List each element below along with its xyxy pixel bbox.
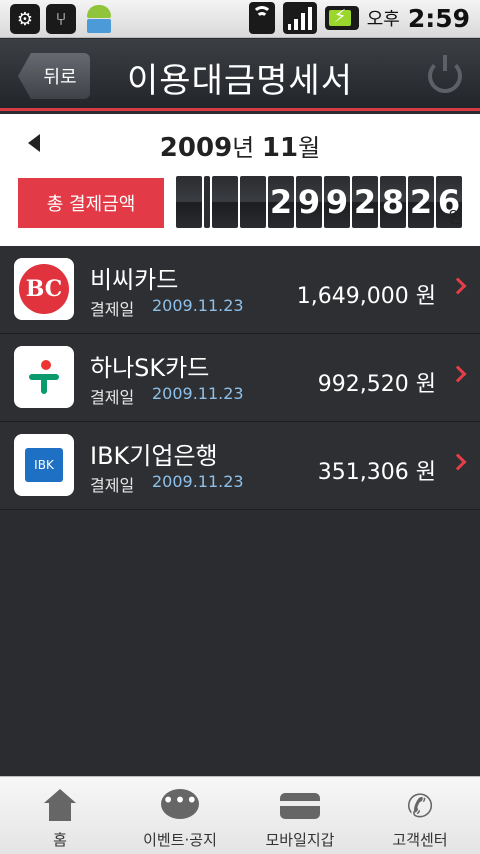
odometer-separator: [204, 176, 210, 228]
odometer-digit: 2: [408, 176, 434, 228]
chevron-right-icon: [449, 277, 467, 295]
tab-home[interactable]: 홈: [0, 777, 120, 854]
home-icon: [41, 789, 79, 823]
summary-panel: 2009년 11월 총 결제금액 2 9 9 2 8 2 6 원: [0, 114, 480, 246]
odometer-digit: [176, 176, 202, 228]
chat-bubble-icon: •••: [161, 789, 199, 819]
ibk-logo: IBK: [14, 434, 74, 496]
chevron-right-icon: [449, 453, 467, 471]
card-amount: 1,649,000 원: [296, 284, 436, 309]
usb-icon: ⑂: [46, 4, 76, 34]
signal-icon: [282, 2, 317, 34]
total-payment-odometer: 2 9 9 2 8 2 6: [176, 176, 462, 228]
pay-date: 2009.11.23: [152, 296, 244, 315]
title-bar: 뒤로 이용대금명세서: [0, 39, 480, 111]
tab-label: 홈: [53, 831, 67, 849]
power-icon[interactable]: [428, 55, 462, 93]
year-unit: 년: [232, 134, 255, 162]
tab-label: 모바일지갑: [265, 831, 335, 849]
tab-events-notice[interactable]: ••• 이벤트·공지: [120, 777, 240, 854]
odometer-digit: 9: [296, 176, 322, 228]
pay-date-label: 결제일: [90, 300, 135, 319]
tab-customer-center[interactable]: ✆ 고객센터: [360, 777, 480, 854]
card-list: BC 비씨카드 결제일 2009.11.23 1,649,000 원 하나SK카…: [0, 246, 480, 510]
wifi-icon: [248, 2, 275, 34]
total-currency: 원: [448, 208, 463, 227]
month-unit: 월: [298, 134, 321, 162]
phone-icon: ✆: [406, 787, 434, 825]
status-bar: ⚙ ⑂ ⚡ 오후 2:59: [0, 0, 480, 38]
billing-year: 2009: [159, 133, 233, 163]
wallet-card-icon: [280, 793, 320, 819]
odometer-digit: 9: [324, 176, 350, 228]
ibk-logo-text: IBK: [25, 448, 63, 482]
pay-date: 2009.11.23: [152, 472, 244, 491]
odometer-digit: 2: [352, 176, 378, 228]
odometer-digit: 8: [380, 176, 406, 228]
card-name: IBK기업은행: [90, 442, 218, 470]
clock-ampm: 오후: [366, 9, 400, 30]
list-item[interactable]: BC 비씨카드 결제일 2009.11.23 1,649,000 원: [0, 246, 480, 334]
billing-month-number: 11: [261, 133, 299, 163]
odometer-digit: 2: [268, 176, 294, 228]
card-name: 하나SK카드: [90, 354, 210, 382]
battery-charging-icon: ⚡: [324, 6, 359, 30]
tab-label: 고객센터: [392, 831, 448, 849]
clock-time: 2:59: [407, 3, 470, 33]
pay-date-label: 결제일: [90, 476, 135, 495]
total-payment-label: 총 결제금액: [18, 178, 164, 228]
card-amount: 992,520 원: [317, 372, 436, 397]
list-item[interactable]: 하나SK카드 결제일 2009.11.23 992,520 원: [0, 334, 480, 422]
billing-month: 2009년 11월: [0, 128, 480, 163]
list-item[interactable]: IBK IBK기업은행 결제일 2009.11.23 351,306 원: [0, 422, 480, 510]
bc-logo-text: BC: [19, 264, 69, 314]
hana-sk-logo: [14, 346, 74, 408]
tab-mobile-wallet[interactable]: 모바일지갑: [240, 777, 360, 854]
odometer-digit: [212, 176, 238, 228]
card-name: 비씨카드: [90, 266, 179, 294]
pay-date: 2009.11.23: [152, 384, 244, 403]
bc-card-logo: BC: [14, 258, 74, 320]
bottom-tab-bar: 홈 ••• 이벤트·공지 모바일지갑 ✆ 고객센터: [0, 776, 480, 854]
chevron-right-icon: [449, 365, 467, 383]
tab-label: 이벤트·공지: [143, 831, 217, 849]
page-title: 이용대금명세서: [127, 61, 353, 101]
odometer-digit: [240, 176, 266, 228]
android-debug-icon: ⚙: [10, 4, 40, 34]
android-icon: [82, 3, 116, 35]
card-amount: 351,306 원: [317, 460, 436, 485]
pay-date-label: 결제일: [90, 388, 135, 407]
